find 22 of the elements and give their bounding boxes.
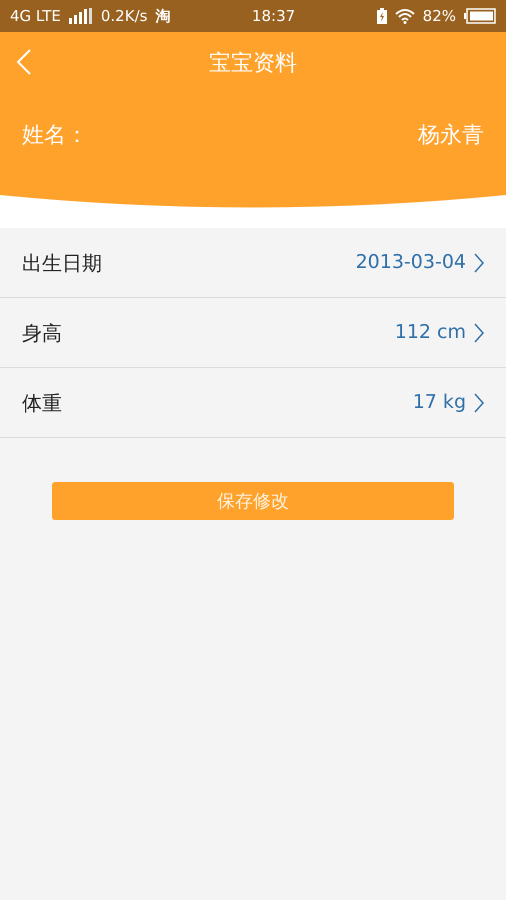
field-label: 出生日期 [22, 250, 102, 276]
speed-label: 0.2K/s [100, 6, 148, 27]
name-value: 杨永青 [418, 122, 484, 150]
field-value: 17 kg [412, 390, 466, 416]
signal-icon [68, 8, 93, 24]
page-title: 宝宝资料 [209, 50, 297, 78]
back-button[interactable] [16, 48, 32, 76]
name-label: 姓名： [22, 122, 88, 150]
chevron-right-icon [474, 322, 484, 342]
app-glyph: 淘 [155, 6, 170, 27]
battery-label: 82% [422, 6, 456, 27]
battery-icon [464, 8, 496, 24]
chevron-right-icon [474, 392, 484, 412]
field-value: 2013-03-04 [356, 250, 466, 276]
charging-icon [376, 8, 387, 24]
time-label: 18:37 [250, 6, 296, 27]
field-value: 112 cm [394, 320, 466, 346]
field-label: 身高 [22, 320, 62, 346]
wifi-icon [394, 8, 415, 24]
chevron-right-icon [474, 252, 484, 272]
field-label: 体重 [22, 390, 62, 416]
network-label: 4G LTE [10, 6, 61, 27]
